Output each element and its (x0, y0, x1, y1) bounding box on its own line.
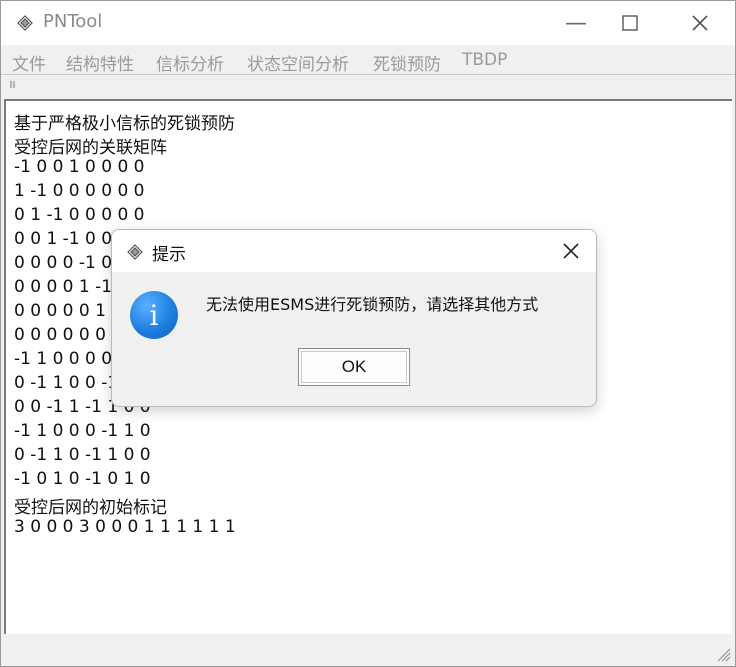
status-bar (1, 636, 735, 666)
menu-deadlock-prevention[interactable]: 死锁预防 (373, 50, 441, 75)
menu-bar: 文件 结构特性 信标分析 状态空间分析 死锁预防 TBDP (1, 45, 735, 75)
text-line: 1 -1 0 0 0 0 0 0 (14, 181, 145, 201)
dialog-title: 提示 (152, 245, 186, 265)
close-icon (563, 243, 579, 259)
text-line: 受控后网的关联矩阵 (14, 138, 167, 158)
maximize-button[interactable] (595, 1, 665, 45)
java-coffee-icon (17, 15, 33, 31)
resize-grip-icon[interactable] (713, 644, 731, 662)
text-line: 0 -1 1 0 -1 1 0 0 (14, 445, 151, 465)
text-line: 受控后网的初始标记 (14, 498, 167, 518)
menu-tbdp[interactable]: TBDP (462, 50, 507, 70)
title-bar[interactable]: PNTool — (1, 1, 735, 45)
dialog-close-button[interactable] (556, 236, 586, 266)
close-button[interactable] (665, 1, 735, 45)
maximize-icon (622, 15, 638, 31)
toolbar-grip-icon[interactable] (9, 80, 17, 89)
menu-state-space[interactable]: 状态空间分析 (247, 50, 349, 75)
dialog-message: 无法使用ESMS进行死锁预防，请选择其他方式 (206, 295, 539, 314)
minimize-icon: — (565, 10, 587, 36)
text-line: 基于严格极小信标的死锁预防 (14, 114, 235, 134)
text-line: -1 0 1 0 -1 0 1 0 (14, 469, 151, 489)
dialog-title-bar[interactable]: 提示 (112, 230, 596, 272)
menu-siphon-analysis[interactable]: 信标分析 (156, 50, 224, 75)
ok-button[interactable]: OK (298, 348, 410, 386)
menu-structure[interactable]: 结构特性 (66, 50, 134, 75)
text-line: 0 1 -1 0 0 0 0 0 (14, 205, 145, 225)
info-icon: i (130, 291, 178, 339)
window-title: PNTool (43, 11, 103, 32)
menu-file[interactable]: 文件 (12, 50, 46, 75)
text-line: -1 0 0 1 0 0 0 0 (14, 157, 145, 177)
message-dialog: 提示 i 无法使用ESMS进行死锁预防，请选择其他方式 OK (111, 229, 597, 407)
text-line: 3 0 0 0 3 0 0 0 1 1 1 1 1 1 (14, 517, 236, 537)
java-coffee-icon (127, 244, 143, 260)
close-icon (692, 15, 708, 31)
toolbar (1, 75, 735, 97)
text-line: -1 1 0 0 0 -1 1 0 (14, 421, 151, 441)
